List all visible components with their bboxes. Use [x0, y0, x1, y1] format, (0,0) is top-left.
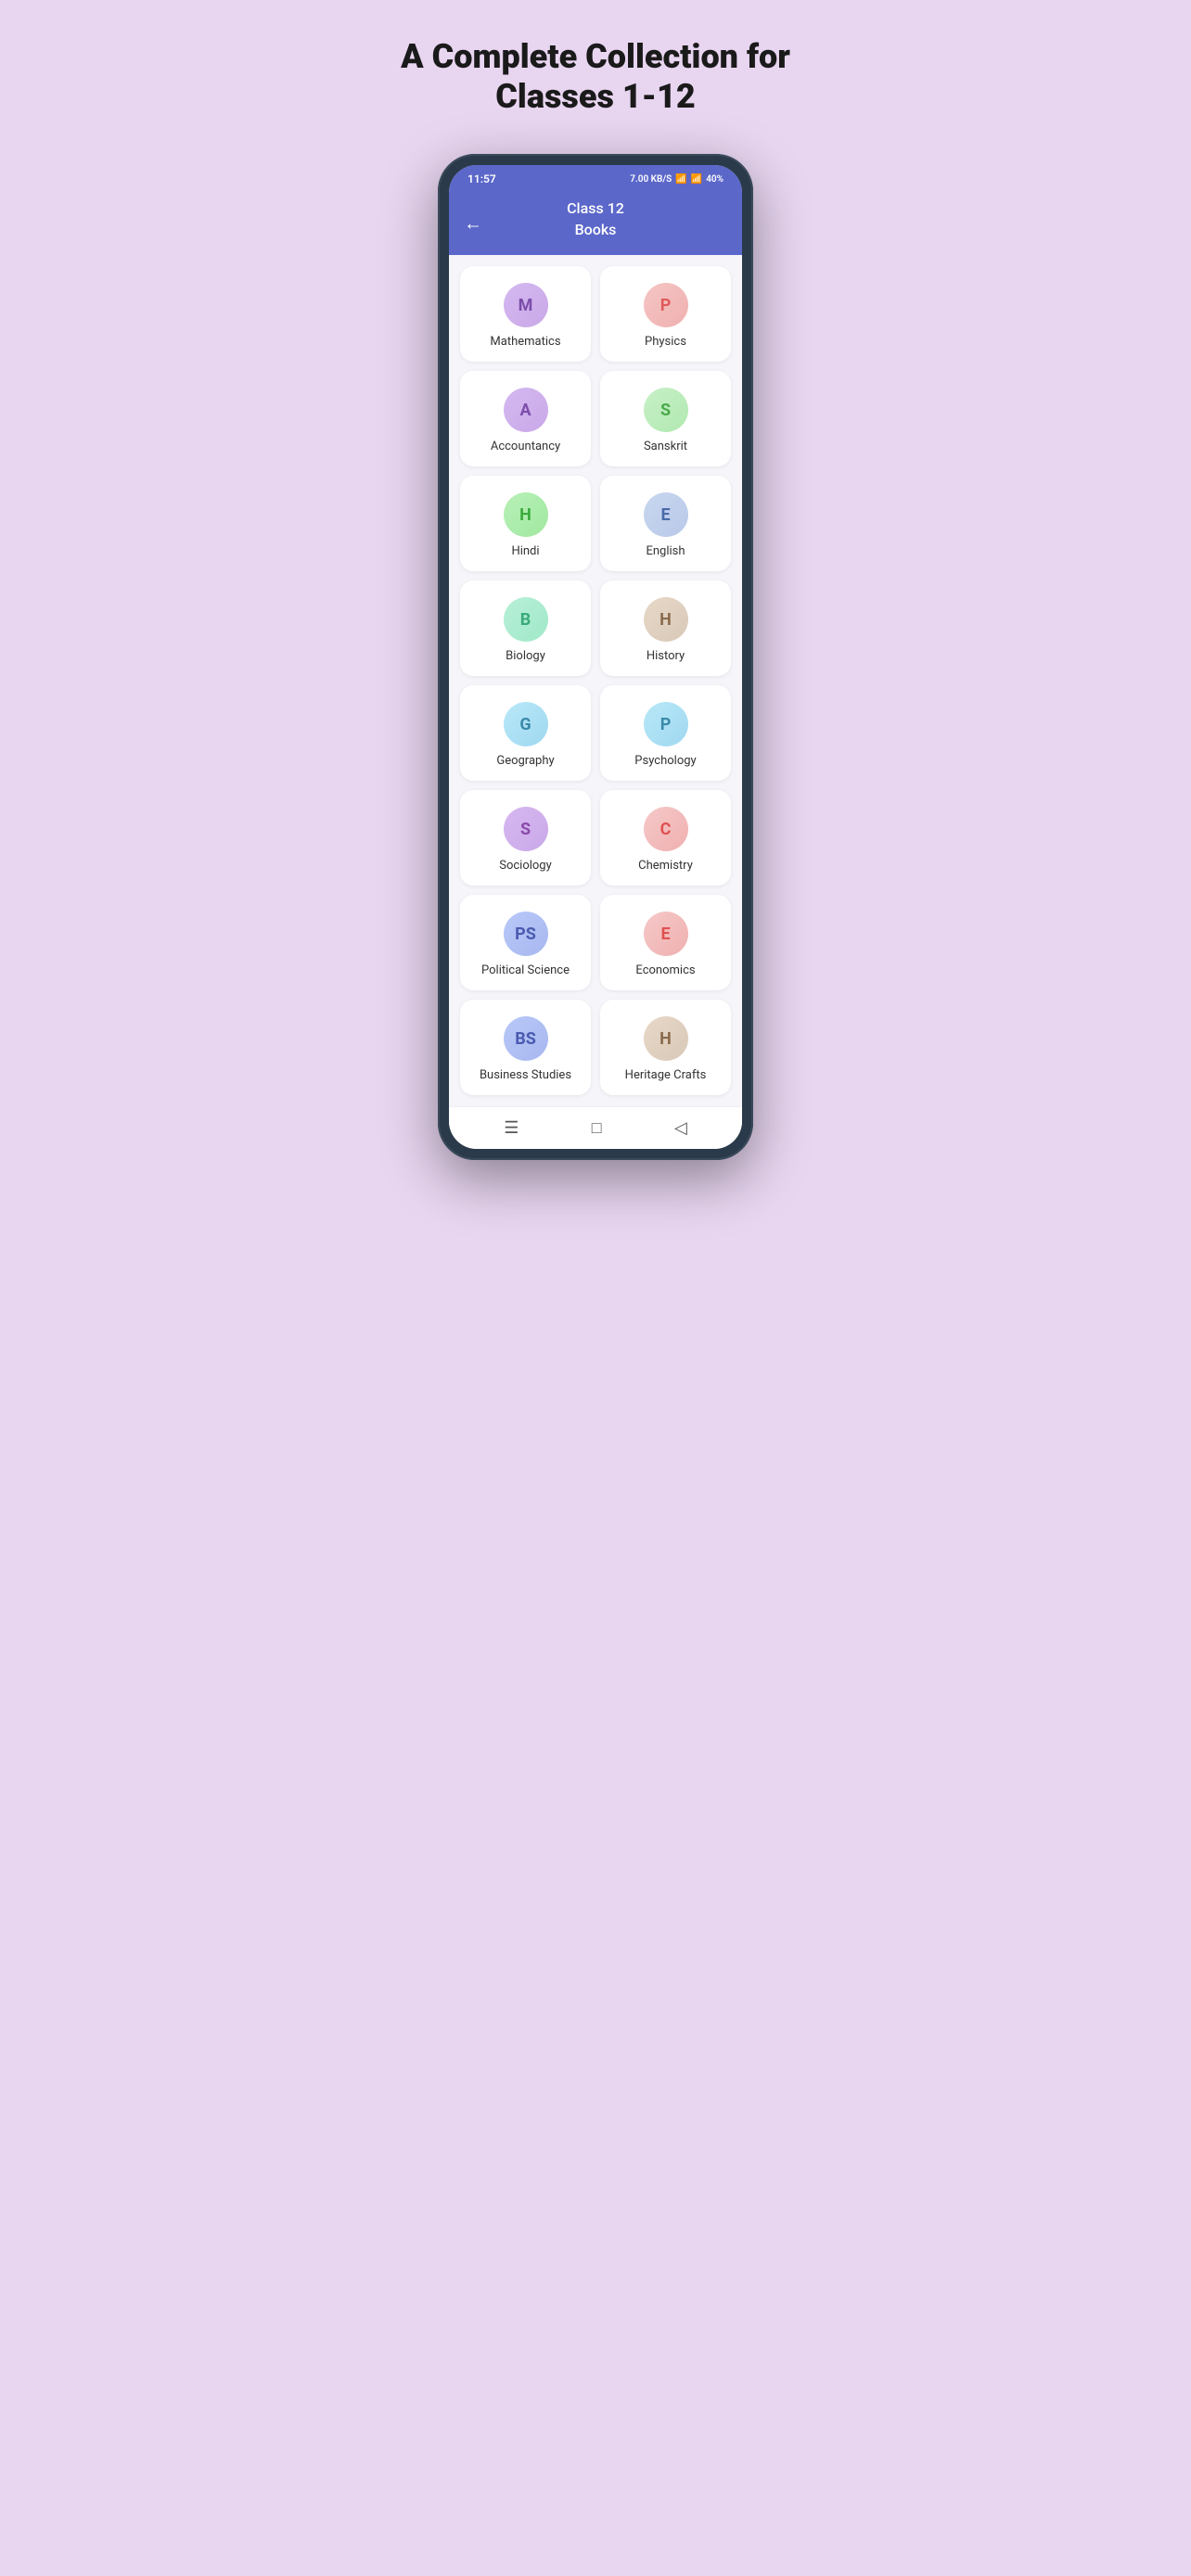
subject-icon-chemistry: C [644, 807, 688, 851]
wifi-icon: 📶 [675, 174, 686, 185]
subject-card-mathematics[interactable]: M Mathematics [460, 266, 591, 362]
subject-card-biology[interactable]: B Biology [460, 580, 591, 676]
home-icon[interactable]: □ [592, 1118, 602, 1138]
subject-icon-physics: P [644, 283, 688, 327]
subject-label-accountancy: Accountancy [491, 440, 560, 453]
subject-icon-geography: G [504, 702, 548, 746]
subject-grid: M Mathematics P Physics A Accountancy S Sanskri… [460, 266, 731, 1095]
page-wrapper: A Complete Collection for Classes 1-12 1… [373, 37, 818, 1160]
subject-card-political-science[interactable]: PS Political Science [460, 895, 591, 990]
phone-frame: 11:57 7.00 KB/S 📶 📶 40% ← Class 12 Books [438, 154, 753, 1160]
subject-card-sanskrit[interactable]: S Sanskrit [600, 371, 731, 466]
subject-icon-accountancy: A [504, 388, 548, 432]
subject-label-heritage-crafts: Heritage Crafts [625, 1068, 707, 1082]
books-label: Books [464, 220, 727, 240]
subject-label-sanskrit: Sanskrit [644, 440, 687, 453]
subject-label-geography: Geography [496, 754, 554, 768]
subject-grid-container: M Mathematics P Physics A Accountancy S Sanskri… [449, 255, 742, 1106]
subject-icon-history: H [644, 597, 688, 642]
subject-label-political-science: Political Science [481, 963, 570, 977]
subject-label-hindi: Hindi [511, 544, 539, 558]
signal-icon: 📶 [691, 174, 702, 185]
subject-label-business-studies: Business Studies [480, 1068, 571, 1082]
subject-card-geography[interactable]: G Geography [460, 685, 591, 781]
subject-icon-english: E [644, 492, 688, 537]
back-button[interactable]: ← [464, 211, 482, 235]
subject-card-history[interactable]: H History [600, 580, 731, 676]
status-bar: 11:57 7.00 KB/S 📶 📶 40% [449, 165, 742, 191]
subject-label-english: English [646, 544, 685, 558]
subject-icon-sanskrit: S [644, 388, 688, 432]
subject-card-business-studies[interactable]: BS Business Studies [460, 1000, 591, 1095]
app-header-title: Class 12 Books [464, 198, 727, 240]
menu-icon[interactable]: ☰ [504, 1118, 519, 1138]
subject-icon-hindi: H [504, 492, 548, 537]
subject-card-economics[interactable]: E Economics [600, 895, 731, 990]
subject-label-mathematics: Mathematics [490, 335, 560, 349]
subject-icon-economics: E [644, 912, 688, 956]
app-header: ← Class 12 Books [449, 191, 742, 255]
subject-card-accountancy[interactable]: A Accountancy [460, 371, 591, 466]
subject-label-physics: Physics [645, 335, 686, 349]
subject-label-psychology: Psychology [634, 754, 696, 768]
subject-card-physics[interactable]: P Physics [600, 266, 731, 362]
nav-bar: ☰ □ ◁ [449, 1106, 742, 1149]
subject-card-psychology[interactable]: P Psychology [600, 685, 731, 781]
subject-label-chemistry: Chemistry [638, 859, 693, 873]
subject-icon-biology: B [504, 597, 548, 642]
status-time: 11:57 [467, 172, 496, 185]
class-label: Class 12 [464, 198, 727, 219]
subject-label-history: History [647, 649, 685, 663]
status-speed: 7.00 KB/S [630, 174, 672, 185]
subject-icon-heritage-crafts: H [644, 1016, 688, 1061]
battery-level: 40% [706, 174, 724, 185]
subject-icon-psychology: P [644, 702, 688, 746]
subject-card-chemistry[interactable]: C Chemistry [600, 790, 731, 886]
subject-card-sociology[interactable]: S Sociology [460, 790, 591, 886]
subject-icon-political-science: PS [504, 912, 548, 956]
subject-label-economics: Economics [635, 963, 695, 977]
subject-icon-business-studies: BS [504, 1016, 548, 1061]
subject-icon-sociology: S [504, 807, 548, 851]
subject-card-hindi[interactable]: H Hindi [460, 476, 591, 571]
status-right: 7.00 KB/S 📶 📶 40% [630, 174, 724, 185]
subject-label-sociology: Sociology [499, 859, 552, 873]
phone-screen: 11:57 7.00 KB/S 📶 📶 40% ← Class 12 Books [449, 165, 742, 1149]
subject-card-english[interactable]: E English [600, 476, 731, 571]
subject-label-biology: Biology [506, 649, 545, 663]
hero-title: A Complete Collection for Classes 1-12 [373, 37, 818, 117]
subject-card-heritage-crafts[interactable]: H Heritage Crafts [600, 1000, 731, 1095]
subject-icon-mathematics: M [504, 283, 548, 327]
back-nav-icon[interactable]: ◁ [674, 1118, 687, 1138]
